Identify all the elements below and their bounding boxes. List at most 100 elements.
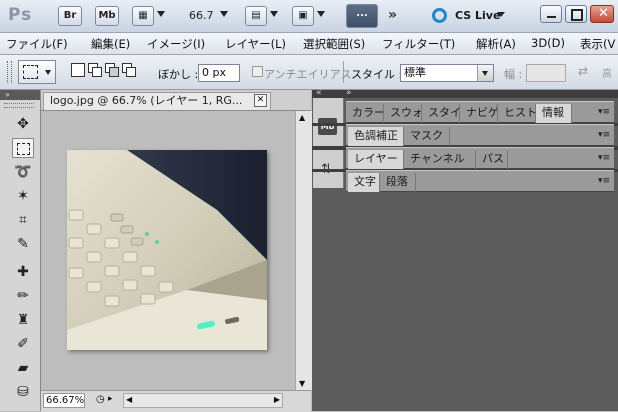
- bridge-button[interactable]: Br: [58, 6, 82, 26]
- close-document-icon[interactable]: ✕: [254, 94, 267, 107]
- expand-right-icon[interactable]: »: [346, 88, 352, 98]
- tab-adjustments[interactable]: 色調補正: [348, 127, 404, 146]
- tab-swatches[interactable]: スウォ: [384, 104, 422, 123]
- scroll-right-icon[interactable]: ▶: [274, 395, 280, 404]
- double-chevron-right-icon[interactable]: »: [388, 7, 397, 23]
- tab-character[interactable]: 文字: [348, 173, 380, 192]
- menu-image[interactable]: イメージ(I): [147, 36, 205, 52]
- collapse-icon[interactable]: »: [5, 90, 10, 99]
- panel-menu-icon[interactable]: ▾≡: [598, 153, 610, 163]
- paint-bucket-tool-icon[interactable]: ⛁: [12, 382, 34, 402]
- crop-tool-icon[interactable]: ⌗: [12, 210, 34, 230]
- magic-wand-tool-icon[interactable]: ✶: [12, 186, 34, 206]
- status-info-icon[interactable]: ◷: [96, 394, 105, 405]
- tab-masks[interactable]: マスク: [404, 127, 450, 146]
- arrange-documents-button[interactable]: ▤: [245, 6, 267, 26]
- tool-preset-picker[interactable]: [18, 60, 56, 84]
- tools-panel: » ✥ ➰ ✶ ⌗ ✎ ✚ ✏ ♜ ✐ ▰ ⛁: [0, 90, 41, 411]
- width-input[interactable]: [526, 64, 566, 82]
- feather-input[interactable]: 0 px: [198, 64, 240, 82]
- menu-view[interactable]: 表示(V: [580, 36, 615, 52]
- vertical-scrollbar[interactable]: ▲ ▼: [295, 111, 312, 390]
- options-bar: ぼかし : 0 px アンチエイリアス スタイル : 標準 幅 : ⇄ 高: [0, 55, 618, 90]
- intersect-selection-icon[interactable]: [122, 63, 136, 77]
- swap-icon[interactable]: ⇄: [578, 64, 588, 78]
- menu-analysis[interactable]: 解析(A): [476, 36, 516, 52]
- rect-marquee-preset-icon: [23, 65, 38, 79]
- restore-button[interactable]: [565, 5, 587, 23]
- menu-layer[interactable]: レイヤー(L): [225, 36, 286, 52]
- tools-panel-header[interactable]: »: [0, 90, 40, 100]
- options-grip[interactable]: [7, 61, 12, 83]
- chevron-down-icon: [482, 71, 488, 76]
- healing-brush-tool-icon[interactable]: ✚: [12, 262, 34, 282]
- menu-filter[interactable]: フィルター(T): [382, 36, 455, 52]
- tab-info[interactable]: 情報: [536, 104, 572, 123]
- new-selection-icon[interactable]: [71, 63, 85, 77]
- tools-grip[interactable]: [4, 103, 34, 108]
- document-tab[interactable]: logo.jpg @ 66.7% (レイヤー 1, RG...: [43, 92, 271, 110]
- view-extras-button[interactable]: ▦: [132, 6, 154, 26]
- lasso-tool-icon[interactable]: ➰: [12, 162, 34, 182]
- panel-menu-icon[interactable]: ▾≡: [598, 107, 610, 117]
- view-extras-dropdown-icon[interactable]: [157, 11, 165, 17]
- tab-layers[interactable]: レイヤー: [348, 150, 404, 169]
- cs-live-dropdown-icon[interactable]: [497, 12, 505, 17]
- workspace-more-button[interactable]: ...: [346, 4, 378, 28]
- screen-mode-button[interactable]: ▣: [292, 6, 314, 26]
- tab-color[interactable]: カラー: [346, 104, 384, 123]
- collapse-left-icon[interactable]: «: [316, 88, 322, 98]
- add-to-selection-icon[interactable]: [88, 63, 102, 77]
- tab-styles[interactable]: スタイ: [422, 104, 460, 123]
- cs-live-icon[interactable]: [432, 8, 447, 23]
- tab-navigator[interactable]: ナビゲ: [460, 104, 498, 123]
- menu-edit[interactable]: 編集(E): [91, 36, 130, 52]
- tab-channels[interactable]: チャンネル: [404, 150, 476, 169]
- menu-select[interactable]: 選択範囲(S): [303, 36, 365, 52]
- rect-marquee-tool-icon[interactable]: [12, 138, 34, 158]
- style-dropdown-button[interactable]: [477, 65, 493, 81]
- style-label: スタイル :: [351, 68, 403, 81]
- horizontal-scrollbar[interactable]: ◀ ▶: [123, 393, 283, 408]
- status-bar: 66.67% ◷ ▸ ◀ ▶: [41, 390, 311, 412]
- panel-group-layers: レイヤー チャンネル パス ▾≡: [346, 147, 614, 169]
- panel-group-color: カラー スウォ スタイ ナビゲ ヒスト 情報 ▾≡: [346, 101, 614, 123]
- scroll-down-icon[interactable]: ▼: [299, 379, 305, 388]
- status-menu-icon[interactable]: ▸: [108, 394, 113, 404]
- scroll-left-icon[interactable]: ◀: [126, 395, 132, 404]
- mini-bridge-button[interactable]: Mb: [95, 6, 119, 26]
- antialias-checkbox[interactable]: [252, 66, 263, 77]
- width-label: 幅 :: [504, 68, 523, 81]
- zoom-dropdown-icon[interactable]: [220, 11, 228, 17]
- tab-paths[interactable]: パス: [476, 150, 508, 169]
- laptop-photo-image: [67, 150, 267, 350]
- move-tool-icon[interactable]: ✥: [12, 114, 34, 134]
- menu-file[interactable]: ファイル(F): [6, 36, 68, 52]
- panel-menu-icon[interactable]: ▾≡: [598, 130, 610, 140]
- style-select[interactable]: 標準: [400, 64, 494, 82]
- eyedropper-tool-icon[interactable]: ✎: [12, 234, 34, 254]
- cs-live-label[interactable]: CS Live: [455, 9, 500, 22]
- panel-menu-icon[interactable]: ▾≡: [598, 176, 610, 186]
- clone-stamp-tool-icon[interactable]: ♜: [12, 310, 34, 330]
- arrange-dropdown-icon[interactable]: [270, 11, 278, 17]
- menu-3d[interactable]: 3D(D): [531, 36, 565, 50]
- minimize-button[interactable]: [540, 5, 562, 23]
- close-window-button[interactable]: ✕: [590, 5, 614, 23]
- photoshop-logo: Ps: [8, 5, 33, 25]
- history-brush-tool-icon[interactable]: ✐: [12, 334, 34, 354]
- tab-paragraph[interactable]: 段落: [380, 173, 416, 192]
- brush-tool-icon[interactable]: ✏: [12, 286, 34, 306]
- screen-mode-dropdown-icon[interactable]: [317, 11, 325, 17]
- close-icon: ✕: [598, 6, 609, 21]
- tab-histogram[interactable]: ヒスト: [498, 104, 536, 123]
- panel-dock-header[interactable]: « »: [312, 88, 618, 98]
- arrange-icon: ▤: [251, 10, 261, 21]
- mini-bridge-panel-icon[interactable]: Mb: [318, 118, 337, 135]
- zoom-status-field[interactable]: 66.67%: [43, 393, 85, 408]
- eraser-tool-icon[interactable]: ▰: [12, 358, 34, 378]
- scroll-up-icon[interactable]: ▲: [299, 113, 305, 122]
- zoom-level[interactable]: 66.7: [189, 9, 214, 22]
- application-bar: Ps Br Mb ▦ 66.7 ▤ ▣ ... » CS Live ✕: [0, 0, 618, 33]
- subtract-from-selection-icon[interactable]: [105, 63, 119, 77]
